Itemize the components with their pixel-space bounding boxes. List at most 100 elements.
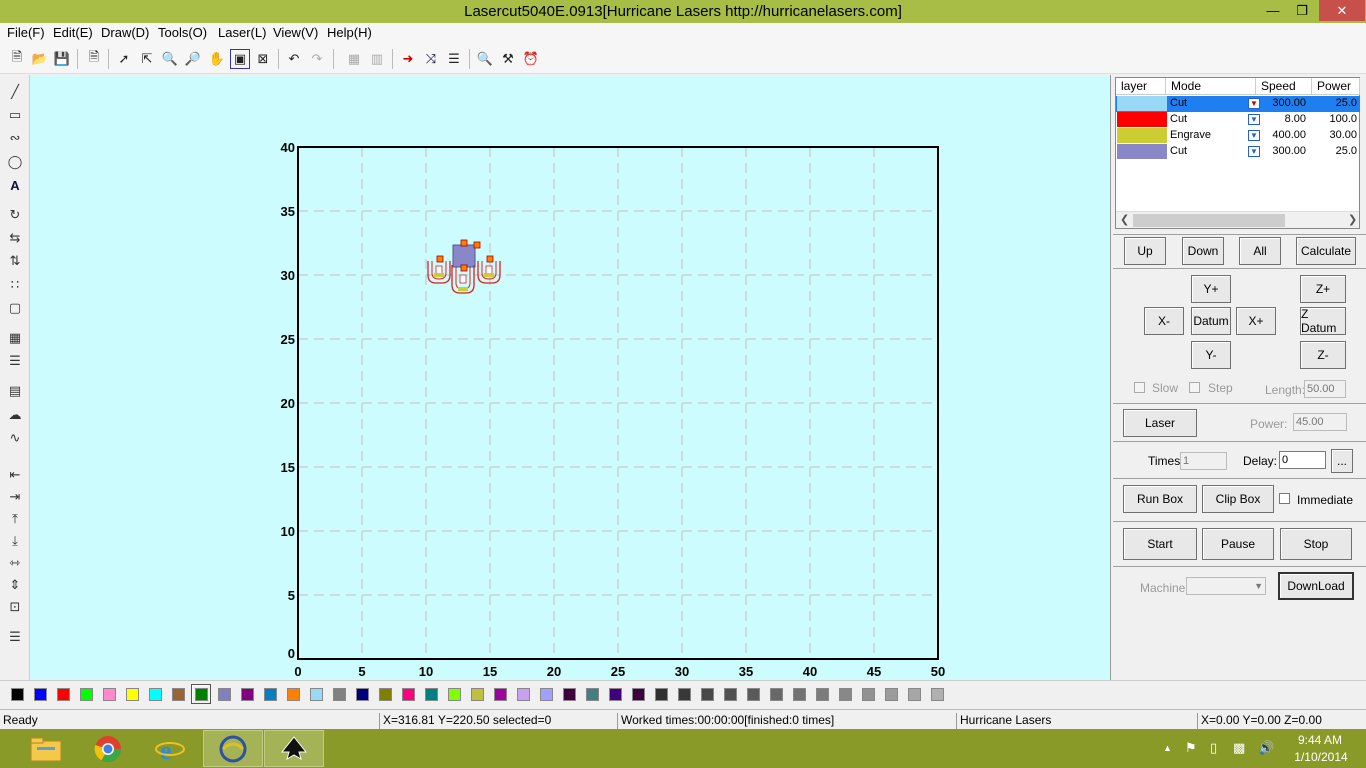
palette-color-swatch[interactable] <box>839 688 852 701</box>
delay-input[interactable]: 0 <box>1279 451 1326 469</box>
y-plus-button[interactable]: Y+ <box>1191 275 1231 303</box>
import-icon[interactable]: 🗎 <box>84 49 104 69</box>
timer-icon[interactable]: ⏰ <box>521 49 541 69</box>
palette-color-swatch[interactable] <box>586 688 599 701</box>
mode-column-header[interactable]: Mode <box>1166 78 1256 95</box>
palette-color-swatch[interactable] <box>770 688 783 701</box>
ellipse-tool-icon[interactable]: ◯ <box>5 152 25 172</box>
x-minus-button[interactable]: X- <box>1144 307 1184 335</box>
layer-row[interactable]: Cut ▼ 300.00 25.0 <box>1116 96 1360 112</box>
immediate-checkbox[interactable] <box>1279 493 1290 504</box>
start-point-icon[interactable]: ⤨ <box>421 49 441 69</box>
layer-power[interactable]: 30.00 <box>1311 129 1357 141</box>
layer-mode[interactable]: Cut <box>1170 97 1187 109</box>
maximize-button[interactable]: ❐ <box>1288 0 1316 21</box>
action-center-icon[interactable]: ⚑ <box>1185 740 1197 756</box>
clip-box-button[interactable]: Clip Box <box>1202 485 1274 513</box>
layer-power[interactable]: 100.0 <box>1311 113 1357 125</box>
menu-file[interactable]: File(F) <box>7 25 45 40</box>
design-node-marker[interactable] <box>473 241 481 249</box>
align-bottom-icon[interactable]: ⤓ <box>5 531 25 551</box>
design-shapes[interactable] <box>427 239 501 294</box>
z-plus-button[interactable]: Z+ <box>1300 275 1346 303</box>
layer-power[interactable]: 25.0 <box>1311 145 1357 157</box>
layer-speed[interactable]: 400.00 <box>1256 129 1306 141</box>
palette-color-swatch[interactable] <box>678 688 691 701</box>
palette-color-swatch[interactable] <box>333 688 346 701</box>
y-minus-button[interactable]: Y- <box>1191 341 1231 369</box>
palette-color-swatch[interactable] <box>747 688 760 701</box>
menu-view[interactable]: View(V) <box>273 25 318 40</box>
zoom-fit-icon[interactable]: ⊠ <box>253 49 273 69</box>
x-plus-button[interactable]: X+ <box>1236 307 1276 335</box>
palette-color-swatch[interactable] <box>402 688 415 701</box>
curve-icon[interactable]: ∿ <box>5 428 25 448</box>
layer-color-swatch[interactable] <box>1117 128 1167 143</box>
zoom-out-icon[interactable]: 🔎 <box>183 49 203 69</box>
palette-color-swatch[interactable] <box>218 688 231 701</box>
center-vertical-icon[interactable]: ⇕ <box>5 575 25 595</box>
zoom-page-icon[interactable]: ▣ <box>230 49 250 69</box>
layer-row[interactable]: Cut ▼ 300.00 25.0 <box>1116 144 1360 160</box>
layer-speed[interactable]: 8.00 <box>1256 113 1306 125</box>
palette-color-swatch[interactable] <box>494 688 507 701</box>
pan-hand-icon[interactable]: ✋ <box>207 49 227 69</box>
machine-select[interactable]: ▼ <box>1186 577 1266 595</box>
slow-checkbox[interactable] <box>1134 382 1145 393</box>
z-datum-button[interactable]: Z Datum <box>1300 307 1346 335</box>
cut-direction-icon[interactable]: ➜ <box>398 49 418 69</box>
palette-color-swatch[interactable] <box>34 688 47 701</box>
menu-draw[interactable]: Draw(D) <box>101 25 149 40</box>
group-icon[interactable]: ▦ <box>344 49 364 69</box>
align-left-icon[interactable]: ⇤ <box>5 465 25 485</box>
cloud-icon[interactable]: ☁ <box>5 405 25 425</box>
scroll-right-icon[interactable]: ❯ <box>1348 213 1357 226</box>
scroll-thumb[interactable] <box>1133 214 1285 227</box>
canvas-grid[interactable]: 0 5 10 15 20 25 30 35 40 45 50 0 5 10 15 20 25 30 35 40 <box>30 75 1111 680</box>
minimize-button[interactable]: — <box>1259 0 1287 21</box>
palette-color-swatch[interactable] <box>241 688 254 701</box>
palette-color-swatch[interactable] <box>471 688 484 701</box>
preview-icon[interactable]: 🔍 <box>475 49 495 69</box>
design-engrave-block[interactable] <box>452 244 476 268</box>
download-button[interactable]: DownLoad <box>1278 572 1354 600</box>
palette-color-swatch[interactable] <box>172 688 185 701</box>
open-folder-icon[interactable]: 📂 <box>30 49 50 69</box>
new-file-icon[interactable]: 🗎 <box>7 49 27 69</box>
layer-power[interactable]: 25.0 <box>1311 97 1357 109</box>
node-edit-icon[interactable]: ⇱ <box>137 49 157 69</box>
close-button[interactable]: ✕ <box>1319 0 1365 21</box>
tray-expand-icon[interactable]: ▲ <box>1163 743 1172 753</box>
delay-more-button[interactable]: ... <box>1331 449 1353 473</box>
clock-date[interactable]: 1/10/2014 <box>1286 750 1356 764</box>
polyline-tool-icon[interactable]: ∾ <box>5 128 25 148</box>
layer-mode[interactable]: Engrave <box>1170 129 1211 141</box>
palette-color-swatch[interactable] <box>379 688 392 701</box>
design-node-marker[interactable] <box>460 239 468 247</box>
size-icon[interactable]: ▢ <box>5 298 25 318</box>
palette-color-swatch[interactable] <box>310 688 323 701</box>
length-input[interactable]: 50.00 <box>1304 380 1346 398</box>
palette-color-swatch[interactable] <box>195 688 208 701</box>
palette-color-swatch[interactable] <box>103 688 116 701</box>
align-right-icon[interactable]: ⇥ <box>5 487 25 507</box>
lasercut-app-icon[interactable] <box>203 730 263 767</box>
palette-color-swatch[interactable] <box>425 688 438 701</box>
design-node-marker[interactable] <box>486 255 494 263</box>
layer-all-button[interactable]: All <box>1239 237 1281 265</box>
palette-color-swatch[interactable] <box>264 688 277 701</box>
layer-color-swatch[interactable] <box>1117 144 1167 159</box>
palette-color-swatch[interactable] <box>862 688 875 701</box>
menu-tools[interactable]: Tools(O) <box>158 25 207 40</box>
palette-color-swatch[interactable] <box>540 688 553 701</box>
power-input[interactable]: 45.00 <box>1293 413 1347 431</box>
palette-color-swatch[interactable] <box>885 688 898 701</box>
grid-array-icon[interactable]: ▦ <box>5 328 25 348</box>
layer-color-swatch[interactable] <box>1117 112 1167 127</box>
layer-up-button[interactable]: Up <box>1124 237 1166 265</box>
layers-icon[interactable]: ☰ <box>5 627 25 647</box>
z-minus-button[interactable]: Z- <box>1300 341 1346 369</box>
text-tool-icon[interactable]: A <box>5 175 25 195</box>
redo-icon[interactable]: ↷ <box>307 49 327 69</box>
hatch-icon[interactable]: ▤ <box>5 381 25 401</box>
